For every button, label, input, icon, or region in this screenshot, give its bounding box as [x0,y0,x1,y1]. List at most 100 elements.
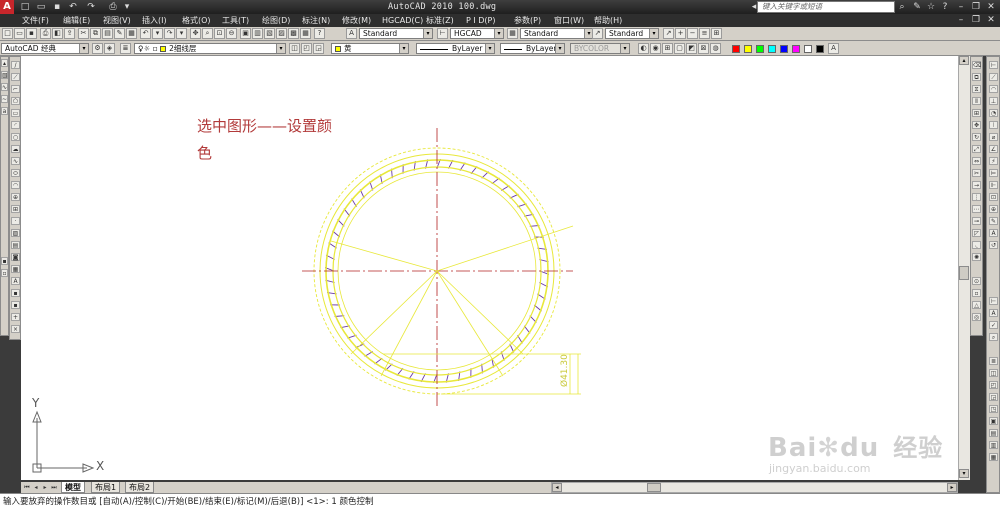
white-color-swatch[interactable] [804,45,812,53]
layer-previous-icon[interactable]: ◰ [301,43,312,54]
cut-icon[interactable]: ✂ [78,28,89,39]
jogged-icon[interactable]: ⦚ [989,121,998,129]
rectangle-icon[interactable]: ▭ [11,109,20,117]
markup-icon[interactable]: ▩ [288,28,299,39]
menu-standard[interactable]: 标准(Z) [426,14,454,27]
tolerance-icon[interactable]: ⊡ [989,193,998,201]
linetype-select[interactable]: ByLayer ▾ [416,43,495,54]
move-icon[interactable]: ✥ [972,121,981,129]
tab-layout2[interactable]: 布局2 [125,482,155,493]
chamfer-icon[interactable]: ◸ [972,229,981,237]
workspace-save-icon[interactable]: ◈ [104,43,115,54]
favorites-icon[interactable]: ☆ [925,1,937,13]
scroll-left-icon[interactable]: ◂ [552,483,562,492]
vertical-scroll-thumb[interactable] [959,266,969,280]
cyan-color-swatch[interactable] [768,45,776,53]
layer-select[interactable]: ♀☼ ▫ 2细线层 ▾ [134,43,286,54]
help-toolbar-icon[interactable]: ? [314,28,325,39]
linetype-dropdown-icon[interactable]: ▾ [485,44,494,53]
explode-icon[interactable]: ✺ [972,253,981,261]
trim-icon[interactable]: ✂ [972,169,981,177]
dim-edit-icon[interactable]: ✎ [989,217,998,225]
rotate-icon[interactable]: ↻ [972,133,981,141]
snap-icon[interactable]: ⊠ [698,43,709,54]
menu-view[interactable]: 视图(V) [103,14,131,27]
workspace-dropdown-icon[interactable]: ▾ [79,44,88,53]
menu-edit[interactable]: 编辑(E) [63,14,90,27]
ellipse-icon[interactable]: ⬭ [11,169,20,177]
dim-text-edit-icon[interactable]: A [989,229,998,237]
last-tab-icon[interactable]: ⏭ [50,483,58,492]
edit-polyline-icon[interactable]: ∿ [1,83,8,91]
workspace-select[interactable]: AutoCAD 经典 ▾ [1,43,89,54]
layer-tool4-icon[interactable]: ◲ [989,393,998,401]
layer-tool3-icon[interactable]: ◰ [989,381,998,389]
red-color-swatch[interactable] [732,45,740,53]
next-tab-icon[interactable]: ▸ [41,483,49,492]
doc-restore-icon[interactable]: ❐ [970,15,982,26]
workspace-settings-icon[interactable]: ⚙ [92,43,103,54]
menu-parameters[interactable]: 参数(P) [514,14,541,27]
fillet-icon[interactable]: ◟ [972,241,981,249]
render-icon[interactable]: ◍ [710,43,721,54]
quick-access-dropdown-icon[interactable]: ▾ [120,1,134,13]
prev-tab-icon[interactable]: ◂ [32,483,40,492]
insert-block-icon[interactable]: ⊕ [11,193,20,201]
find-icon[interactable]: ⌕ [896,1,908,13]
match-properties-icon[interactable]: ✎ [114,28,125,39]
draw-order-icon[interactable]: ▴ [1,59,8,67]
make-current-layer-icon[interactable]: ◫ [289,43,300,54]
sync-attribute-icon[interactable]: ▫ [1,269,8,277]
copy-object-icon[interactable]: ⧉ [972,73,981,81]
multileader-style-icon[interactable]: ↗ [592,28,603,39]
color-dropdown-icon[interactable]: ▾ [399,44,408,53]
table-style-select[interactable]: Standard ▾ [520,28,594,39]
drawing-canvas[interactable]: 选中图形——设置颜 色 Ø41.30 Y X Bai✻du 经验 jingyan… [21,56,970,480]
lineweight-dropdown-icon[interactable]: ▾ [555,44,564,53]
restore-icon[interactable]: ❐ [970,1,982,13]
table-icon[interactable]: ▦ [11,265,20,273]
scale-icon[interactable]: ⤢ [972,145,981,153]
undo-dropdown-icon[interactable]: ▾ [152,28,163,39]
block-attribute-icon[interactable]: ▪ [1,257,8,265]
menu-draw[interactable]: 绘图(D) [262,14,290,27]
publish-icon[interactable]: ⇪ [64,28,75,39]
continue-icon[interactable]: ⊩ [989,181,998,189]
green-color-swatch[interactable] [756,45,764,53]
align-leaders-icon[interactable]: ≡ [699,28,710,39]
erase-icon[interactable]: ⌫ [972,61,981,69]
arc-icon[interactable]: ◜ [11,121,20,129]
ellipse-arc-icon[interactable]: ◠ [11,181,20,189]
line-icon[interactable]: / [11,61,20,69]
help-icon[interactable]: ? [939,1,951,13]
layer-manager-icon[interactable]: ≣ [120,43,131,54]
polygon-icon[interactable]: ⬠ [11,97,20,105]
close-icon[interactable]: ✕ [985,1,997,13]
tab-model[interactable]: 模型 [61,482,85,493]
snap-midpoint-icon[interactable]: △ [972,301,981,309]
ordinate-icon[interactable]: ⊥ [989,97,998,105]
menu-pid[interactable]: P I D(P) [466,14,496,27]
edit-spline-icon[interactable]: ~ [1,95,8,103]
undo-toolbar-icon[interactable]: ↶ [140,28,151,39]
join-icon[interactable]: ⊸ [972,217,981,225]
menu-format[interactable]: 格式(O) [182,14,211,27]
hatch-icon[interactable]: ▨ [11,229,20,237]
viewport-icon[interactable]: ▢ [674,43,685,54]
remove-leader-icon[interactable]: − [687,28,698,39]
color-select[interactable]: 黄 ▾ [331,43,409,54]
doc-minimize-icon[interactable]: – [955,15,967,26]
linear-dim-icon[interactable]: ⊢ [989,61,998,69]
offset-icon[interactable]: ⫴ [972,97,981,105]
construction-line-icon[interactable]: ⟋ [11,73,20,81]
edit-attribute-icon[interactable]: a [1,107,8,115]
scroll-down-icon[interactable]: ▾ [959,469,969,478]
collect-leaders-icon[interactable]: ⊞ [711,28,722,39]
save-toolbar-icon[interactable]: ▪ [26,28,37,39]
quickcalc-icon[interactable]: ▦ [300,28,311,39]
dim-style-select[interactable]: HGCAD ▾ [450,28,504,39]
spellcheck-icon[interactable]: ✓ [989,321,998,329]
menu-file[interactable]: 文件(F) [22,14,49,27]
layer-dropdown-icon[interactable]: ▾ [276,44,285,53]
print-icon[interactable]: ⎙ [106,1,120,13]
